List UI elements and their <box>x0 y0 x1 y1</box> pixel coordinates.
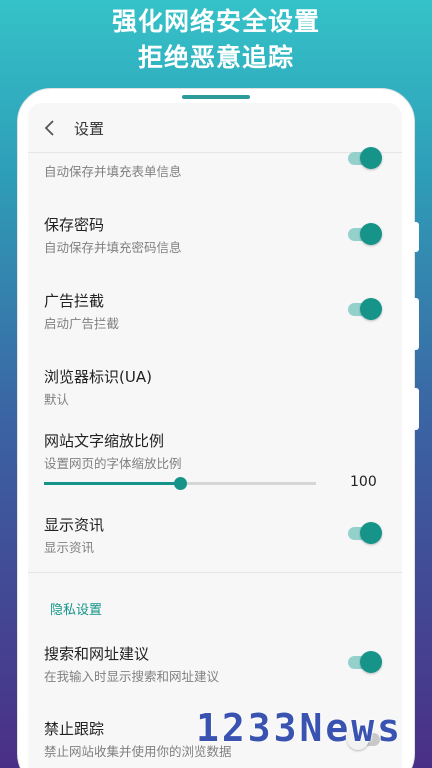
ad-block-toggle[interactable] <box>348 298 382 320</box>
save-password-subtitle: 自动保存并填充密码信息 <box>44 240 182 255</box>
autofill-form-toggle[interactable] <box>348 147 382 169</box>
page-title: 设置 <box>74 120 105 138</box>
show-news-title: 显示资讯 <box>44 516 105 534</box>
text-scale-slider[interactable] <box>44 477 316 491</box>
text-scale-title: 网站文字缩放比例 <box>44 432 165 450</box>
text-scale-value: 100 <box>350 474 377 490</box>
text-scale-subtitle: 设置网页的字体缩放比例 <box>44 456 182 471</box>
save-password-toggle[interactable] <box>348 223 382 245</box>
watermark-text: 1233News <box>196 706 404 750</box>
show-news-toggle[interactable] <box>348 522 382 544</box>
phone-side-button <box>414 222 419 252</box>
save-password-title: 保存密码 <box>44 216 105 234</box>
search-suggestions-title: 搜索和网址建议 <box>44 645 150 663</box>
promo-line-1: 强化网络安全设置 <box>111 7 320 36</box>
search-suggestions-subtitle: 在我输入时显示搜索和网址建议 <box>44 669 220 684</box>
slider-thumb[interactable] <box>174 477 187 490</box>
promo-line-2: 拒绝恶意追踪 <box>137 43 294 72</box>
phone-speaker <box>182 95 250 99</box>
settings-screen: 设置 自动保存并填充表单信息 保存密码 自动保存并填充密码信息 广告拦截 启动广… <box>28 103 402 768</box>
phone-side-button <box>414 298 419 350</box>
chevron-left-icon[interactable] <box>42 119 58 137</box>
section-divider <box>28 572 402 573</box>
promo-headline: 强化网络安全设置 拒绝恶意追踪 <box>0 4 432 76</box>
user-agent-title[interactable]: 浏览器标识(UA) <box>44 366 152 387</box>
autofill-form-subtitle: 自动保存并填充表单信息 <box>44 164 182 179</box>
privacy-section-title: 隐私设置 <box>50 603 103 618</box>
slider-fill <box>44 482 180 485</box>
user-agent-value: 默认 <box>44 392 70 407</box>
ad-block-subtitle: 启动广告拦截 <box>44 316 120 331</box>
top-bar: 设置 <box>28 103 402 153</box>
phone-side-button <box>414 388 419 430</box>
search-suggestions-toggle[interactable] <box>348 651 382 673</box>
ad-block-title: 广告拦截 <box>44 292 105 310</box>
do-not-track-title: 禁止跟踪 <box>44 720 105 738</box>
show-news-subtitle: 显示资讯 <box>44 540 95 555</box>
